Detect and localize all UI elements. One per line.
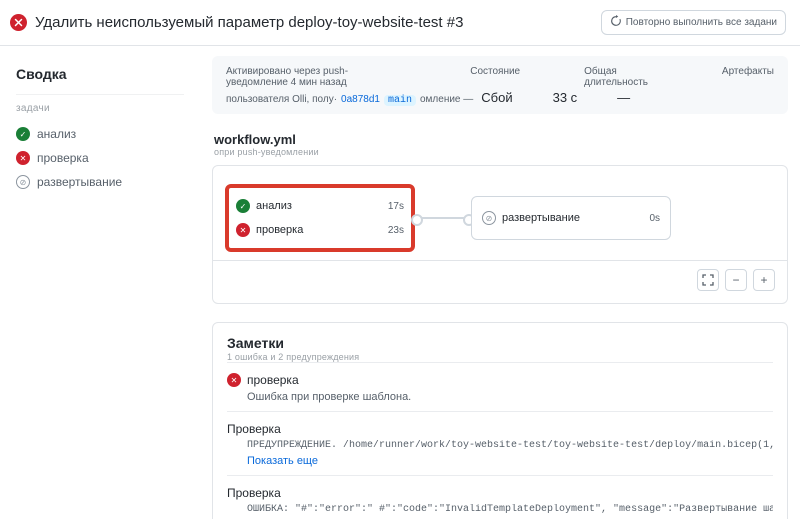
workflow-file-title: workflow.yml: [212, 132, 788, 147]
annotation-item: Проверка ОШИБКА: "#":"error":" #":"code"…: [227, 475, 773, 519]
status-fail-icon: [10, 14, 27, 31]
job-label: проверка: [256, 224, 303, 236]
annotations-card: Заметки 1 ошибка и 2 предупреждения ✕ пр…: [212, 322, 788, 519]
sidebar-divider: [16, 94, 184, 95]
annotations-subtitle: 1 ошибка и 2 предупреждения: [227, 352, 773, 362]
annotation-head: Проверка: [227, 486, 281, 500]
workflow-subtitle: опри push-уведомлении: [212, 147, 788, 165]
job-duration: 0s: [649, 213, 660, 224]
commit-link[interactable]: 0a878d1: [341, 94, 380, 105]
rerun-all-button[interactable]: Повторно выполнить все задани: [601, 10, 786, 35]
annotation-body: ПРЕДУПРЕЖДЕНИЕ. /home/runner/work/toy-we…: [247, 440, 773, 451]
annotation-item: Проверка ПРЕДУПРЕЖДЕНИЕ. /home/runner/wo…: [227, 411, 773, 475]
workflow-graph: workflow.yml опри push-уведомлении ✓ ана…: [212, 132, 788, 304]
fullscreen-button[interactable]: [697, 269, 719, 291]
zoom-in-button[interactable]: +: [753, 269, 775, 291]
run-summary: Активировано через push-уведомление 4 ми…: [212, 56, 788, 114]
status-label: Состояние: [470, 66, 520, 88]
check-icon: ✓: [236, 199, 250, 213]
annotation-head: Проверка: [227, 422, 281, 436]
skip-icon: ⊘: [16, 175, 30, 189]
refresh-icon: [610, 15, 622, 30]
annotation-head: проверка: [247, 373, 299, 387]
job-card-deploy[interactable]: ⊘ развертывание 0s: [471, 196, 671, 240]
annotations-title: Заметки: [227, 335, 773, 351]
page-header: Удалить неиспользуемый параметр deploy-t…: [0, 0, 800, 46]
sidebar-item-deploy[interactable]: ⊘ развертывание: [0, 170, 200, 194]
duration-label: Общая длительность: [584, 66, 658, 88]
trigger-label: Активировано через push-уведомление 4 ми…: [226, 66, 406, 88]
tab-summary[interactable]: Сводка: [0, 58, 200, 90]
sidebar-item-lint[interactable]: ✓ анализ: [0, 122, 200, 146]
sidebar-section-label: задачи: [0, 99, 200, 122]
status-value: Сбой: [481, 90, 512, 105]
sidebar: Сводка задачи ✓ анализ ✕ проверка ⊘ разв…: [0, 46, 200, 519]
actor-prefix: пользователя Olli, полу·: [226, 94, 337, 105]
job-item-lint[interactable]: ✓ анализ 17s: [236, 199, 404, 213]
skip-icon: ⊘: [482, 211, 496, 225]
job-duration: 17s: [388, 201, 404, 212]
sidebar-item-label: анализ: [37, 127, 76, 141]
job-label: анализ: [256, 200, 292, 212]
job-card-group[interactable]: ✓ анализ 17s ✕ проверка 23s: [225, 184, 415, 252]
main-content: Активировано через push-уведомление 4 ми…: [200, 46, 800, 519]
annotation-body: ОШИБКА: "#":"error":" #":"code":"Invalid…: [247, 504, 773, 515]
job-duration: 23s: [388, 225, 404, 236]
x-icon: ✕: [227, 373, 241, 387]
check-icon: ✓: [16, 127, 30, 141]
job-label: развертывание: [502, 212, 580, 224]
show-more-link[interactable]: Показать еще: [247, 455, 773, 467]
x-icon: ✕: [236, 223, 250, 237]
job-item-validate[interactable]: ✕ проверка 23s: [236, 223, 404, 237]
graph-connector: [415, 217, 471, 219]
duration-value: 33 с: [553, 90, 578, 105]
artifacts-value: —: [617, 90, 630, 105]
sidebar-item-label: развертывание: [37, 175, 122, 189]
rerun-all-label: Повторно выполнить все задани: [626, 17, 777, 28]
actor-suffix: омление —: [420, 94, 473, 105]
x-icon: ✕: [16, 151, 30, 165]
sidebar-item-validate[interactable]: ✕ проверка: [0, 146, 200, 170]
job-item-deploy[interactable]: ⊘ развертывание 0s: [482, 211, 660, 225]
artifacts-label: Артефакты: [722, 66, 774, 88]
zoom-out-button[interactable]: −: [725, 269, 747, 291]
page-title: Удалить неиспользуемый параметр deploy-t…: [35, 14, 593, 31]
branch-chip[interactable]: main: [384, 95, 416, 106]
annotation-item: ✕ проверка Ошибка при проверке шаблона.: [227, 362, 773, 411]
annotation-body: Ошибка при проверке шаблона.: [247, 391, 773, 403]
sidebar-item-label: проверка: [37, 151, 89, 165]
